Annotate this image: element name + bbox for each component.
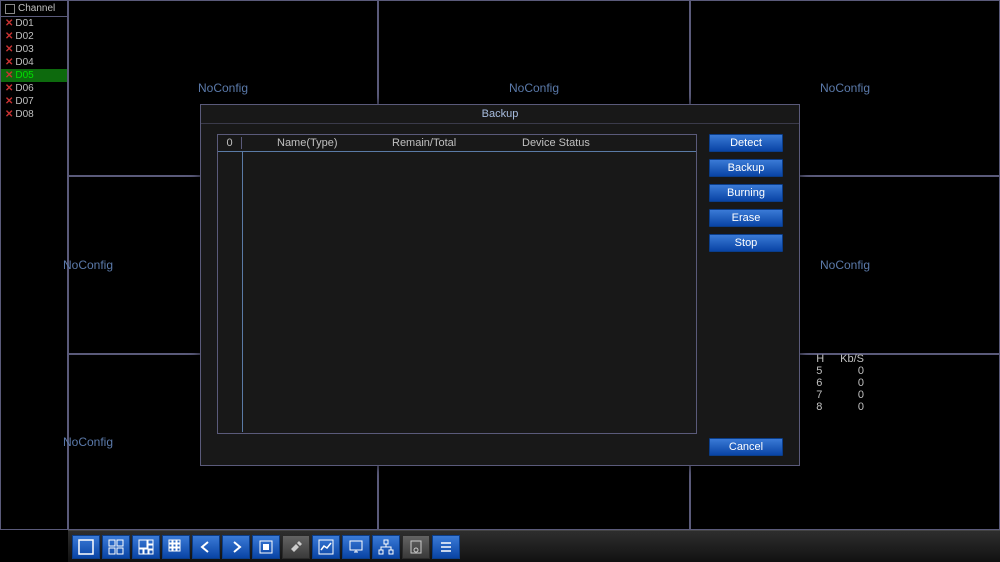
grid-label: NoConfig (63, 435, 113, 449)
channel-label: D07 (15, 95, 33, 108)
stats-header-h: H (812, 353, 840, 365)
sixteen-view-button[interactable] (162, 535, 190, 559)
x-icon: ✕ (5, 17, 13, 30)
stats-cell: 0 (840, 389, 880, 401)
dialog-body: 0 Name(Type) Remain/Total Device Status … (201, 124, 799, 464)
backup-button[interactable]: Backup (709, 159, 783, 177)
dialog-button-column: Detect Backup Burning Erase Stop (709, 134, 783, 252)
channel-item[interactable]: ✕D03 (1, 43, 67, 56)
x-icon: ✕ (5, 43, 13, 56)
channel-label: D04 (15, 56, 33, 69)
channel-item[interactable]: ✕D02 (1, 30, 67, 43)
channel-label: D08 (15, 108, 33, 121)
dialog-title: Backup (201, 105, 799, 124)
table-divider (242, 152, 243, 432)
stats-cell: 7 (812, 389, 840, 401)
grid-label: NoConfig (63, 258, 113, 272)
stats-cell: 0 (840, 365, 880, 377)
channel-title-label: Channel (18, 3, 55, 14)
channel-item[interactable]: ✕D08 (1, 108, 67, 121)
col-count: 0 (218, 137, 242, 149)
channel-label: D02 (15, 30, 33, 43)
taskbar (68, 530, 1000, 562)
device-table-body (218, 152, 696, 432)
channel-label: D01 (15, 17, 33, 30)
network-button[interactable] (372, 535, 400, 559)
channel-label: D05 (15, 69, 33, 82)
chart-button[interactable] (312, 535, 340, 559)
stats-cell: 6 (812, 377, 840, 389)
stats-cell: 8 (812, 401, 840, 413)
burning-button[interactable]: Burning (709, 184, 783, 202)
x-icon: ✕ (5, 30, 13, 43)
detect-button[interactable]: Detect (709, 134, 783, 152)
channel-item[interactable]: ✕D06 (1, 82, 67, 95)
backup-dialog: Backup 0 Name(Type) Remain/Total Device … (200, 104, 800, 466)
fullscreen-button[interactable] (252, 535, 280, 559)
cancel-button[interactable]: Cancel (709, 438, 783, 456)
stop-button[interactable]: Stop (709, 234, 783, 252)
list-button[interactable] (432, 535, 460, 559)
x-icon: ✕ (5, 82, 13, 95)
col-name: Name(Type) (242, 137, 392, 149)
grid-label: NoConfig (198, 81, 248, 95)
grid-label: NoConfig (820, 81, 870, 95)
channel-label: D06 (15, 82, 33, 95)
channel-label: D03 (15, 43, 33, 56)
device-table-header: 0 Name(Type) Remain/Total Device Status (218, 135, 696, 152)
hammer-button[interactable] (282, 535, 310, 559)
channel-item[interactable]: ✕D01 (1, 17, 67, 30)
x-icon: ✕ (5, 95, 13, 108)
prev-button[interactable] (192, 535, 220, 559)
channel-item[interactable]: ✕D04 (1, 56, 67, 69)
channel-item[interactable]: ✕D07 (1, 95, 67, 108)
stats-cell: 0 (840, 401, 880, 413)
erase-button[interactable]: Erase (709, 209, 783, 227)
device-table: 0 Name(Type) Remain/Total Device Status (217, 134, 697, 434)
monitor-button[interactable] (342, 535, 370, 559)
channel-panel: Channel ✕D01✕D02✕D03✕D04✕D05✕D06✕D07✕D08 (0, 0, 68, 530)
nine-view-button[interactable] (132, 535, 160, 559)
stats-cell: 5 (812, 365, 840, 377)
x-icon: ✕ (5, 56, 13, 69)
stats-cell: 0 (840, 377, 880, 389)
quad-view-button[interactable] (102, 535, 130, 559)
x-icon: ✕ (5, 108, 13, 121)
grid-label: NoConfig (820, 258, 870, 272)
disk-button[interactable] (402, 535, 430, 559)
stats-header-kbs: Kb/S (840, 353, 880, 365)
next-button[interactable] (222, 535, 250, 559)
col-remain: Remain/Total (392, 137, 522, 149)
channel-item[interactable]: ✕D05 (1, 69, 67, 82)
x-icon: ✕ (5, 69, 13, 82)
col-status: Device Status (522, 137, 696, 149)
stats-panel: HKb/S 50 60 70 80 (812, 353, 880, 413)
channel-panel-title: Channel (1, 1, 67, 17)
channel-list: ✕D01✕D02✕D03✕D04✕D05✕D06✕D07✕D08 (1, 17, 67, 121)
channel-title-icon (5, 4, 15, 14)
grid-label: NoConfig (509, 81, 559, 95)
single-view-button[interactable] (72, 535, 100, 559)
